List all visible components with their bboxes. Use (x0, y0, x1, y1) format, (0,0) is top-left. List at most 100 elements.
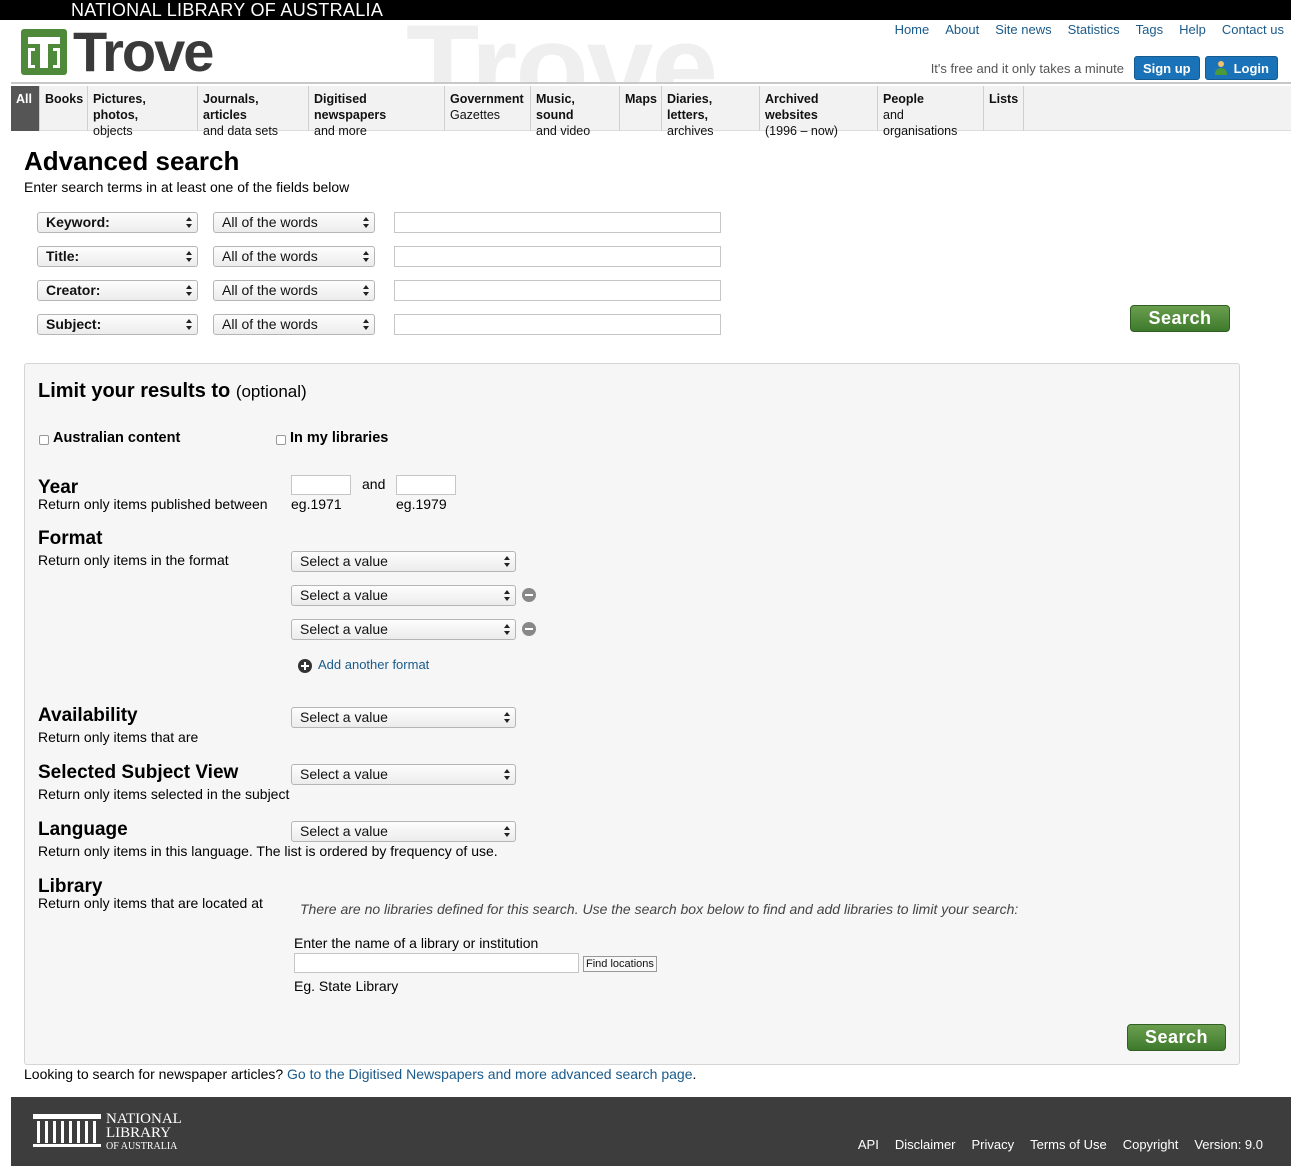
tab-diaries[interactable]: Diaries, letters, archives (662, 86, 760, 138)
site-header: Trove Trove Home About Site news Statist… (11, 20, 1291, 84)
format-select-2[interactable]: Select a value (291, 585, 516, 606)
year-desc: Return only items published between (38, 496, 268, 512)
my-libraries-checkbox[interactable] (276, 435, 286, 445)
link-statistics[interactable]: Statistics (1068, 22, 1120, 37)
tab-all[interactable]: All (11, 86, 40, 131)
top-links: Home About Site news Statistics Tags Hel… (879, 22, 1284, 37)
mode-select-2[interactable]: All of the words (213, 246, 375, 267)
search-input-4[interactable] (394, 314, 721, 335)
language-select[interactable]: Select a value (291, 821, 516, 842)
format-heading: Format (38, 528, 103, 549)
field-select-2[interactable]: Title: (37, 246, 198, 267)
search-input-2[interactable] (394, 246, 721, 267)
library-input-label: Enter the name of a library or instituti… (294, 935, 539, 951)
select-arrows-icon (186, 250, 193, 263)
availability-select[interactable]: Select a value (291, 707, 516, 728)
page-subtitle: Enter search terms in at least one of th… (24, 179, 350, 195)
availability-desc: Return only items that are (38, 729, 199, 745)
search-button-top[interactable]: Search (1130, 305, 1230, 332)
format-select-3[interactable]: Select a value (291, 619, 516, 640)
limit-heading: Limit your results to (optional) (38, 380, 307, 402)
year-to-hint: eg.1979 (396, 496, 447, 512)
library-building-icon (33, 1114, 101, 1148)
link-home[interactable]: Home (895, 22, 930, 37)
mode-select-3[interactable]: All of the words (213, 280, 375, 301)
page-title: Advanced search (24, 146, 240, 176)
tab-journals[interactable]: Journals, articles and data sets (198, 86, 309, 138)
australian-content-label[interactable]: Australian content (53, 430, 180, 446)
trove-logo-icon[interactable] (21, 29, 67, 75)
footer-link-privacy[interactable]: Privacy (972, 1137, 1015, 1152)
tab-pictures[interactable]: Pictures, photos, objects (88, 86, 198, 138)
year-to-input[interactable] (396, 475, 456, 495)
tab-maps[interactable]: Maps (620, 86, 662, 131)
trove-watermark: Trove (406, 20, 718, 82)
select-arrows-icon (504, 589, 511, 602)
tab-gazettes[interactable]: Government Gazettes (445, 86, 531, 131)
library-note: There are no libraries defined for this … (300, 901, 1019, 917)
field-select-1[interactable]: Keyword: (37, 212, 198, 233)
footer-link-terms[interactable]: Terms of Use (1030, 1137, 1107, 1152)
field-select-3[interactable]: Creator: (37, 280, 198, 301)
link-contact-us[interactable]: Contact us (1222, 22, 1284, 37)
footer-link-api[interactable]: API (858, 1137, 879, 1152)
signup-button[interactable]: Sign up (1133, 56, 1200, 80)
account-area: It's free and it only takes a minute Sig… (931, 56, 1278, 80)
link-tags[interactable]: Tags (1136, 22, 1163, 37)
add-format-icon[interactable] (298, 659, 312, 673)
nla-org-name[interactable]: NATIONAL LIBRARY OF AUSTRALIA (71, 0, 383, 20)
select-arrows-icon (504, 825, 511, 838)
year-and-label: and (362, 476, 386, 492)
subject-view-select[interactable]: Select a value (291, 764, 516, 785)
search-input-1[interactable] (394, 212, 721, 233)
trove-logo-text[interactable]: Trove (73, 20, 214, 82)
mode-select-1[interactable]: All of the words (213, 212, 375, 233)
select-arrows-icon (363, 284, 370, 297)
subject-view-heading: Selected Subject View (38, 762, 239, 783)
newspaper-note: Looking to search for newspaper articles… (24, 1066, 697, 1082)
tab-newspapers[interactable]: Digitised newspapers and more (309, 86, 445, 138)
link-about[interactable]: About (945, 22, 979, 37)
select-arrows-icon (363, 318, 370, 331)
login-button[interactable]: Login (1204, 56, 1278, 80)
tab-people[interactable]: People and organisations (878, 86, 984, 138)
library-desc: Return only items that are located at (38, 895, 263, 911)
australian-content-checkbox[interactable] (39, 435, 49, 445)
select-arrows-icon (504, 555, 511, 568)
find-locations-button[interactable]: Find locations (583, 956, 657, 972)
link-help[interactable]: Help (1179, 22, 1206, 37)
remove-format-icon[interactable] (522, 622, 536, 636)
footer-link-disclaimer[interactable]: Disclaimer (895, 1137, 956, 1152)
add-format-link[interactable]: Add another format (318, 657, 429, 672)
footer-link-copyright[interactable]: Copyright (1123, 1137, 1179, 1152)
select-arrows-icon (504, 623, 511, 636)
tab-archived-websites[interactable]: Archived websites (1996 – now) (760, 86, 878, 138)
newspaper-advanced-search-link[interactable]: Go to the Digitised Newspapers and more … (287, 1066, 692, 1082)
nla-top-bar: NATIONAL LIBRARY OF AUSTRALIA (0, 0, 1291, 20)
select-arrows-icon (363, 216, 370, 229)
my-libraries-label[interactable]: In my libraries (290, 430, 388, 446)
select-arrows-icon (363, 250, 370, 263)
year-from-input[interactable] (291, 475, 351, 495)
format-select-1[interactable]: Select a value (291, 551, 516, 572)
site-footer: NATIONAL LIBRARY OF AUSTRALIA API Discla… (11, 1097, 1291, 1166)
availability-heading: Availability (38, 705, 138, 726)
search-button-bottom[interactable]: Search (1127, 1024, 1226, 1051)
remove-format-icon[interactable] (522, 588, 536, 602)
tab-lists[interactable]: Lists (984, 86, 1024, 131)
tab-books[interactable]: Books (40, 86, 88, 131)
language-heading: Language (38, 819, 128, 840)
field-select-4[interactable]: Subject: (37, 314, 198, 335)
signup-tagline: It's free and it only takes a minute (930, 60, 1124, 76)
footer-links: API Disclaimer Privacy Terms of Use Copy… (842, 1137, 1263, 1152)
mode-select-4[interactable]: All of the words (213, 314, 375, 335)
year-from-hint: eg.1971 (291, 496, 342, 512)
select-arrows-icon (504, 768, 511, 781)
search-input-3[interactable] (394, 280, 721, 301)
library-search-input[interactable] (294, 953, 579, 973)
select-arrows-icon (504, 711, 511, 724)
tab-music[interactable]: Music, sound and video (531, 86, 620, 138)
category-nav: All Books Pictures, photos, objects Journ… (11, 86, 1291, 138)
link-site-news[interactable]: Site news (995, 22, 1051, 37)
user-icon (1214, 61, 1228, 75)
